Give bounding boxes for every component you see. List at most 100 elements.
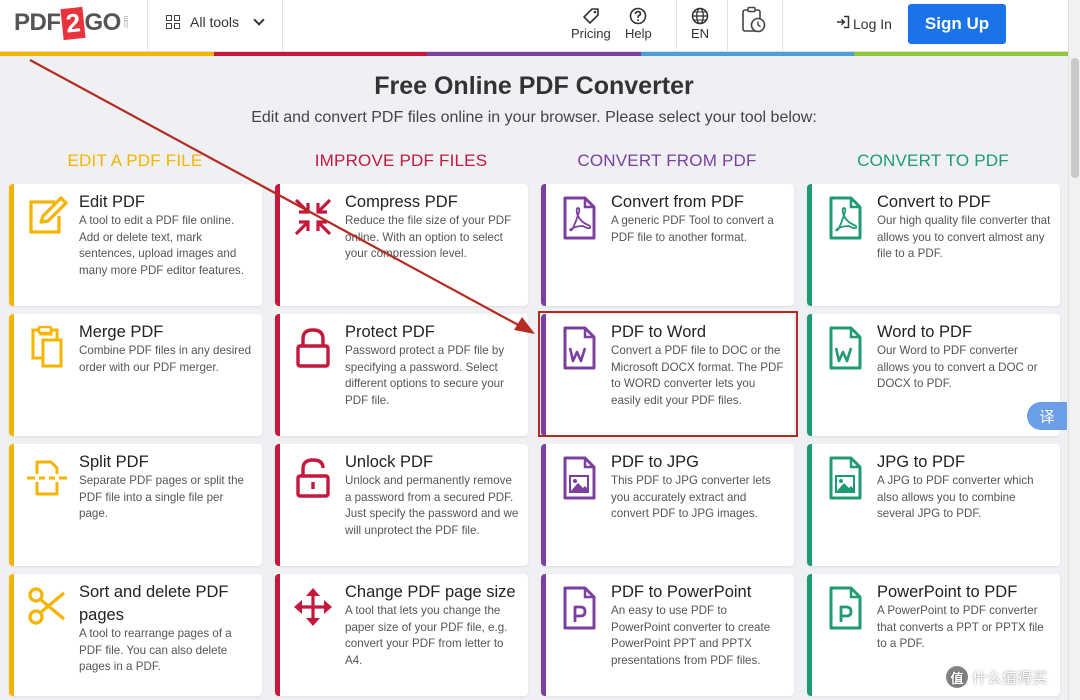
sign-up-button[interactable]: Sign Up — [908, 4, 1006, 44]
card-description: A tool to edit a PDF file online. Add or… — [79, 214, 244, 277]
language-label: EN — [691, 26, 710, 41]
header-divider — [282, 0, 283, 52]
logo-text-left: PDF — [14, 9, 61, 36]
column-heading-convert-from: CONVERT FROM PDF — [577, 151, 757, 170]
tool-card-pdf-to-word[interactable]: PDF to Word Convert a PDF file to DOC or… — [541, 314, 794, 436]
card-description: An easy to use PDF to PowerPoint convert… — [611, 604, 771, 667]
column-heading-convert-to: CONVERT TO PDF — [857, 151, 1009, 170]
tool-card-split-pdf[interactable]: Split PDF Separate PDF pages or split th… — [9, 444, 262, 566]
page-title: Free Online PDF Converter — [374, 72, 694, 100]
tool-card-merge-pdf[interactable]: Merge PDF Combine PDF files in any desir… — [9, 314, 262, 436]
card-description: This PDF to JPG converter lets you accur… — [611, 474, 771, 521]
compress-icon — [290, 196, 336, 242]
merge-icon — [24, 326, 70, 372]
history-button[interactable] — [741, 6, 767, 33]
unlock-icon — [290, 456, 336, 502]
card-description: A tool that lets you change the paper si… — [345, 604, 508, 667]
card-title: PDF to Word — [611, 323, 707, 341]
card-title: Protect PDF — [345, 323, 435, 341]
lock-icon — [290, 326, 336, 372]
card-title: Sort and delete PDF pages — [79, 583, 229, 625]
scrollbar-thumb[interactable] — [1071, 58, 1079, 178]
logo-text-right: GO — [84, 9, 121, 36]
card-title: Compress PDF — [345, 193, 458, 211]
help-label: Help — [625, 26, 652, 41]
powerpoint-file-icon — [822, 586, 868, 632]
card-description: A JPG to PDF converter which also allows… — [877, 474, 1034, 521]
card-title: PDF to JPG — [611, 453, 700, 471]
pdf-file-icon — [822, 196, 868, 242]
card-title: Merge PDF — [79, 323, 164, 341]
column-heading-improve: IMPROVE PDF FILES — [314, 151, 488, 170]
pdf2go-logo[interactable]: PDF 2 GO .com — [14, 6, 130, 40]
resize-icon — [290, 586, 336, 632]
tool-card-pdf-to-jpg[interactable]: PDF to JPG This PDF to JPG converter let… — [541, 444, 794, 566]
all-tools-label: All tools — [190, 14, 240, 30]
tool-card-protect-pdf[interactable]: Protect PDF Password protect a PDF file … — [275, 314, 528, 436]
card-title: Change PDF page size — [345, 583, 516, 601]
card-title: Split PDF — [79, 453, 149, 471]
word-file-icon — [556, 326, 602, 372]
tool-card-change-page-size[interactable]: Change PDF page size A tool that lets yo… — [275, 574, 528, 696]
language-selector[interactable]: EN — [691, 6, 709, 41]
image-file-icon — [822, 456, 868, 502]
split-icon — [24, 456, 70, 502]
tool-card-jpg-to-pdf[interactable]: JPG to PDF A JPG to PDF converter which … — [807, 444, 1060, 566]
tool-card-edit-pdf[interactable]: Edit PDF A tool to edit a PDF file onlin… — [9, 184, 262, 306]
watermark-badge: 值 — [946, 666, 968, 688]
card-description: Reduce the file size of your PDF online.… — [345, 214, 512, 261]
chevron-down-icon — [253, 14, 265, 26]
login-label: Log In — [853, 15, 892, 32]
powerpoint-file-icon — [556, 586, 602, 632]
header-divider — [727, 0, 728, 52]
card-title: PowerPoint to PDF — [877, 583, 1018, 601]
globe-icon — [691, 6, 709, 26]
pdf-file-icon — [556, 196, 602, 242]
card-description: Unlock and permanently remove a password… — [345, 474, 519, 537]
card-description: Our Word to PDF converter allows you to … — [877, 344, 1038, 391]
card-title: Convert from PDF — [611, 193, 744, 211]
logo-text-mid: 2 — [59, 6, 86, 40]
help-icon — [629, 6, 647, 26]
tool-card-convert-from-pdf[interactable]: Convert from PDF A generic PDF Tool to c… — [541, 184, 794, 306]
tool-card-unlock-pdf[interactable]: Unlock PDF Unlock and permanently remove… — [275, 444, 528, 566]
header-color-bar — [0, 52, 1068, 56]
card-description: Combine PDF files in any desired order w… — [79, 344, 252, 374]
card-description: Password protect a PDF file by specifyin… — [345, 344, 505, 407]
card-title: JPG to PDF — [877, 453, 966, 471]
pricing-link[interactable]: Pricing — [571, 6, 611, 41]
header-divider — [147, 0, 148, 52]
card-title: Edit PDF — [79, 193, 146, 211]
card-description: A PowerPoint to PDF converter that conve… — [877, 604, 1044, 651]
scissors-icon — [24, 586, 70, 632]
word-file-icon — [822, 326, 868, 372]
tool-card-word-to-pdf[interactable]: Word to PDF Our Word to PDF converter al… — [807, 314, 1060, 436]
tool-card-convert-to-pdf[interactable]: Convert to PDF Our high quality file con… — [807, 184, 1060, 306]
tool-card-compress-pdf[interactable]: Compress PDF Reduce the file size of you… — [275, 184, 528, 306]
login-link[interactable]: Log In — [836, 15, 892, 32]
tool-card-sort-delete-pdf[interactable]: Sort and delete PDF pages A tool to rear… — [9, 574, 262, 696]
card-title: Unlock PDF — [345, 453, 434, 471]
card-title: Word to PDF — [877, 323, 973, 341]
logo-suffix: .com — [122, 16, 130, 30]
tool-card-pdf-to-powerpoint[interactable]: PDF to PowerPoint An easy to use PDF to … — [541, 574, 794, 696]
watermark-text: 什么值得买 — [972, 669, 1048, 687]
card-description: Separate PDF pages or split the PDF file… — [79, 474, 244, 521]
card-description: Our high quality file converter that all… — [877, 214, 1051, 261]
column-heading-edit: EDIT A PDF FILE — [67, 151, 203, 170]
help-link[interactable]: Help — [625, 6, 652, 41]
page-scrollbar[interactable] — [1068, 0, 1080, 700]
translate-button[interactable]: 译 — [1027, 402, 1067, 430]
clipboard-clock-icon — [741, 6, 767, 33]
login-icon — [836, 15, 850, 32]
tag-icon — [582, 6, 600, 26]
top-header: PDF2GO.com All tools Pricing Help EN — [0, 0, 1068, 52]
edit-icon — [24, 196, 70, 242]
header-divider — [782, 0, 783, 52]
watermark: 值 什么值得买 — [946, 666, 1047, 688]
image-file-icon — [556, 456, 602, 502]
all-tools-dropdown[interactable]: All tools — [166, 14, 265, 30]
grid-icon — [166, 15, 180, 29]
card-description: A generic PDF Tool to convert a PDF file… — [611, 214, 774, 244]
card-title: Convert to PDF — [877, 193, 991, 211]
